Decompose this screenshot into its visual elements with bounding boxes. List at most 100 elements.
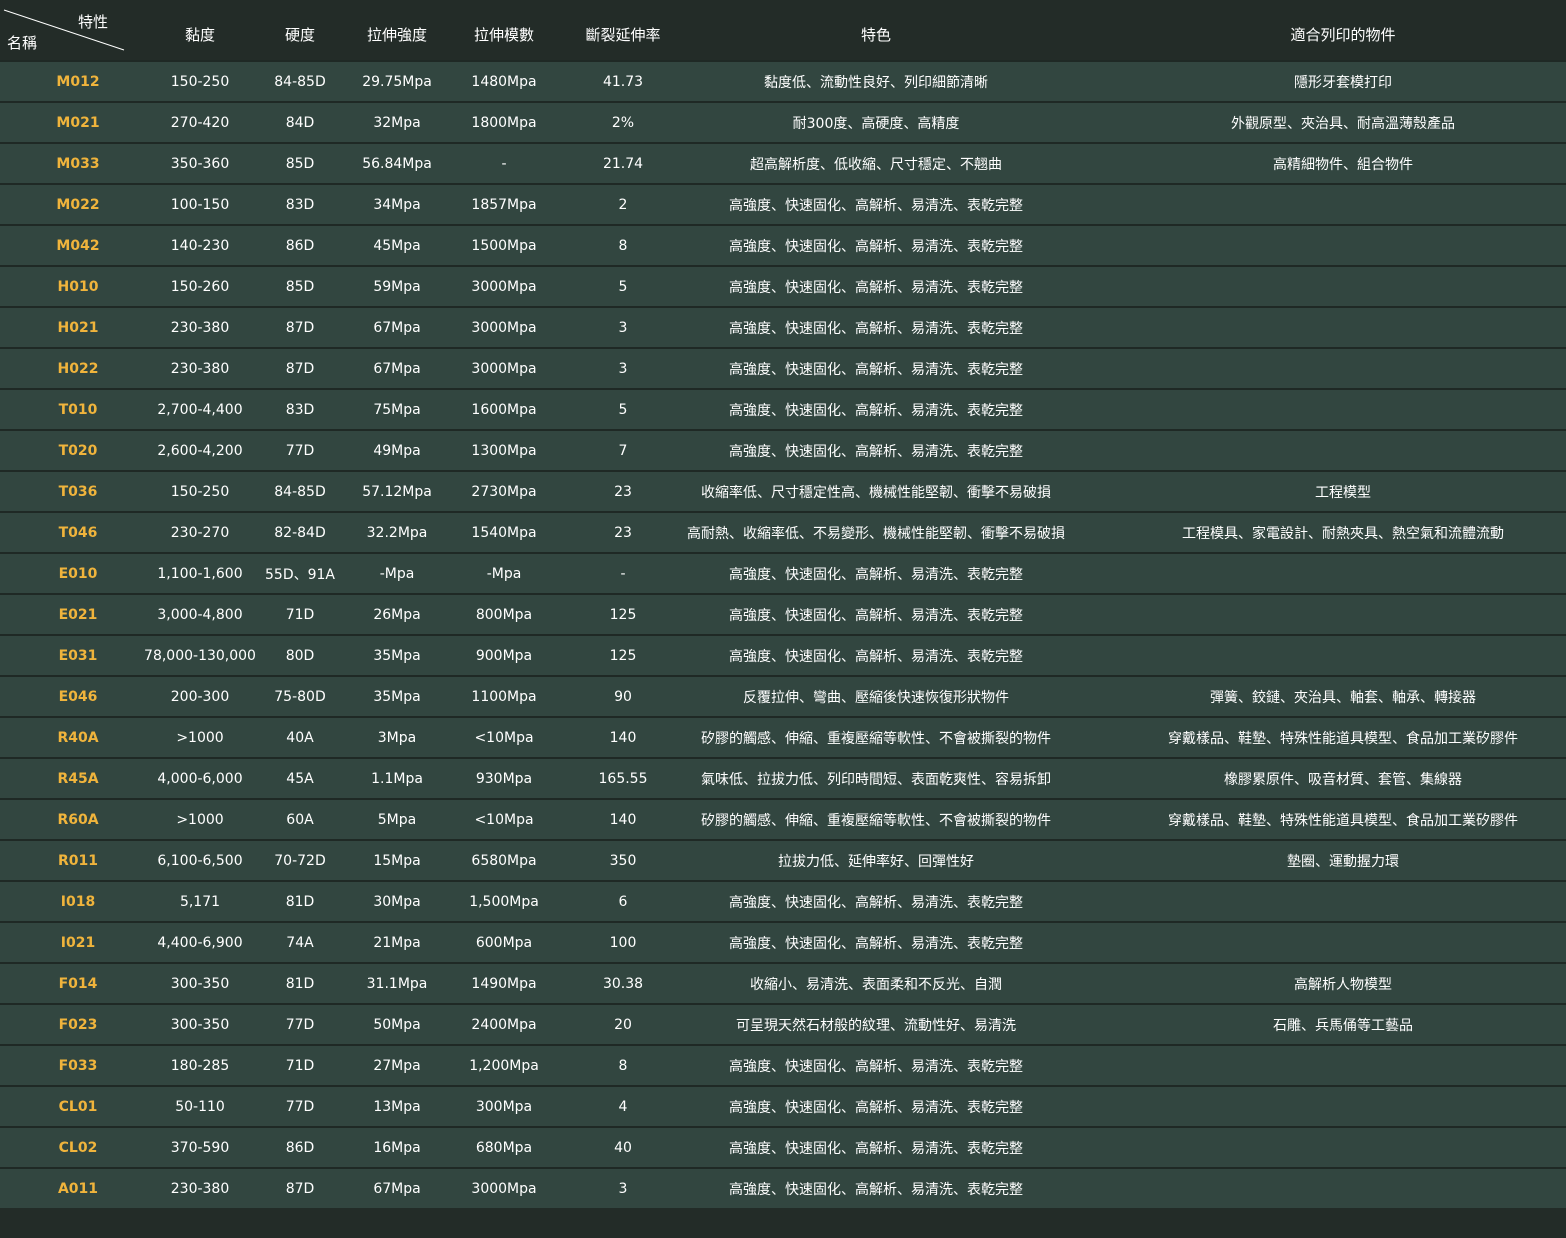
- cell-name: E021: [58, 606, 98, 623]
- header-viscosity: 黏度: [184, 25, 215, 44]
- cell-hardness: 86D: [285, 237, 315, 254]
- cell-tensile-strength: 16Mpa: [373, 1139, 421, 1156]
- cell-suitable-objects: 穿戴樣品、鞋墊、特殊性能道具模型、食品加工業矽膠件: [1168, 812, 1518, 829]
- cell-viscosity: 2,700-4,400: [157, 401, 243, 418]
- cell-name: T020: [58, 442, 98, 459]
- cell-viscosity: 140-230: [170, 237, 230, 254]
- table-row: F033 180-285 71D 27Mpa 1,200Mpa 8 高強度、快速固化、高解析…: [0, 1044, 1566, 1085]
- cell-features: 高強度、快速固化、高解析、易清洗、表乾完整: [729, 607, 1023, 624]
- cell-features: 高強度、快速固化、高解析、易清洗、表乾完整: [729, 320, 1023, 337]
- cell-hardness: 60A: [286, 811, 314, 828]
- cell-name: R45A: [57, 770, 99, 787]
- cell-hardness: 83D: [285, 196, 315, 213]
- cell-hardness: 77D: [285, 1098, 315, 1115]
- table-row: CL01 50-110 77D 13Mpa 300Mpa 4 高強度、快速固化、高解析、易清…: [0, 1085, 1566, 1126]
- cell-viscosity: 230-380: [170, 1180, 230, 1197]
- cell-hardness: 77D: [285, 1016, 315, 1033]
- cell-name: CL02: [58, 1139, 98, 1156]
- cell-tensile-strength: 50Mpa: [373, 1016, 421, 1033]
- cell-name: T010: [58, 401, 98, 418]
- table-row: M022 100-150 83D 34Mpa 1857Mpa 2 高強度、快速固化、高解析、…: [0, 183, 1566, 224]
- cell-viscosity: 230-380: [170, 319, 230, 336]
- cell-hardness: 70-72D: [274, 852, 326, 869]
- cell-tensile-modulus: 1490Mpa: [471, 975, 537, 992]
- cell-features: 高強度、快速固化、高解析、易清洗、表乾完整: [729, 1140, 1023, 1157]
- cell-suitable-objects: 石雕、兵馬俑等工藝品: [1273, 1017, 1413, 1034]
- table-row: CL02 370-590 86D 16Mpa 680Mpa 40 高強度、快速固化、高解析、…: [0, 1126, 1566, 1167]
- cell-suitable-objects: 彈簧、鉸鏈、夾治具、軸套、軸承、轉接器: [1210, 689, 1476, 706]
- cell-viscosity: >1000: [176, 811, 224, 828]
- cell-features: 收縮率低、尺寸穩定性高、機械性能堅韌、衝擊不易破損: [701, 484, 1051, 501]
- cell-tensile-strength: 1.1Mpa: [371, 770, 423, 787]
- table-row: H010 150-260 85D 59Mpa 3000Mpa 5 高強度、快速固化、高解析、…: [0, 265, 1566, 306]
- cell-suitable-objects: [1120, 1128, 1566, 1167]
- cell-suitable-objects: [1120, 1087, 1566, 1126]
- cell-tensile-strength: 27Mpa: [373, 1057, 421, 1074]
- cell-features: 高強度、快速固化、高解析、易清洗、表乾完整: [729, 1099, 1023, 1116]
- cell-suitable-objects: [1120, 923, 1566, 962]
- corner-header-properties: 特性: [78, 13, 109, 31]
- cell-suitable-objects: [1120, 349, 1566, 388]
- cell-name: M022: [56, 196, 100, 213]
- cell-viscosity: >1000: [176, 729, 224, 746]
- cell-features: 矽膠的觸感、伸縮、重複壓縮等軟性、不會被撕裂的物件: [701, 812, 1051, 829]
- cell-tensile-strength: 15Mpa: [373, 852, 421, 869]
- cell-features: 反覆拉伸、彎曲、壓縮後快速恢復形狀物件: [743, 689, 1009, 706]
- cell-name: R60A: [57, 811, 99, 828]
- cell-viscosity: 4,000-6,000: [157, 770, 243, 787]
- cell-features: 高強度、快速固化、高解析、易清洗、表乾完整: [729, 197, 1023, 214]
- table-row: M012 150-250 84-85D 29.75Mpa 1480Mpa 41.73 黏度低…: [0, 60, 1566, 101]
- cell-hardness: 55D、91A: [265, 566, 335, 583]
- table-row: I021 4,400-6,900 74A 21Mpa 600Mpa 100 高強度、快速固化…: [0, 921, 1566, 962]
- cell-name: H021: [57, 319, 99, 336]
- cell-tensile-modulus: <10Mpa: [474, 729, 534, 746]
- cell-tensile-modulus: 1600Mpa: [471, 401, 537, 418]
- cell-suitable-objects: 橡膠累原件、吸音材質、套管、集線器: [1224, 771, 1462, 788]
- table-row: R45A 4,000-6,000 45A 1.1Mpa 930Mpa 165.55 氣味低、…: [0, 757, 1566, 798]
- corner-header-name: 名稱: [7, 34, 38, 52]
- cell-tensile-strength: 31.1Mpa: [366, 975, 428, 992]
- cell-name: M021: [56, 114, 100, 131]
- cell-name: E031: [58, 647, 98, 664]
- cell-tensile-modulus: 600Mpa: [475, 934, 533, 951]
- cell-features: 拉拔力低、延伸率好、回彈性好: [778, 853, 974, 870]
- cell-tensile-strength: 59Mpa: [373, 278, 421, 295]
- cell-suitable-objects: 工程模具、家電設計、耐熱夾具、熱空氣和流體流動: [1182, 525, 1504, 542]
- cell-features: 氣味低、拉拔力低、列印時間短、表面乾爽性、容易拆卸: [701, 771, 1051, 788]
- cell-tensile-strength: 30Mpa: [373, 893, 421, 910]
- table-row: R011 6,100-6,500 70-72D 15Mpa 6580Mpa 350 拉拔力低…: [0, 839, 1566, 880]
- cell-tensile-modulus: 300Mpa: [475, 1098, 533, 1115]
- cell-tensile-modulus: 3000Mpa: [471, 278, 537, 295]
- cell-features: 高強度、快速固化、高解析、易清洗、表乾完整: [729, 402, 1023, 419]
- table-row: F014 300-350 81D 31.1Mpa 1490Mpa 30.38 收縮小、易清洗…: [0, 962, 1566, 1003]
- cell-suitable-objects: 工程模型: [1315, 484, 1371, 501]
- table-row: T020 2,600-4,200 77D 49Mpa 1300Mpa 7 高強度、快速固化、…: [0, 429, 1566, 470]
- cell-tensile-strength: 75Mpa: [373, 401, 421, 418]
- cell-tensile-strength: 21Mpa: [373, 934, 421, 951]
- cell-name: E046: [58, 688, 98, 705]
- table-row: E031 78,000-130,000 80D 35Mpa 900Mpa 125 高強度、快…: [0, 634, 1566, 675]
- cell-name: T046: [58, 524, 98, 541]
- table-row: T036 150-250 84-85D 57.12Mpa 2730Mpa 23 收縮率低、尺…: [0, 470, 1566, 511]
- header-suitable-objects: 適合列印的物件: [1290, 25, 1396, 44]
- table-row: M042 140-230 86D 45Mpa 1500Mpa 8 高強度、快速固化、高解析、…: [0, 224, 1566, 265]
- cell-tensile-modulus: -: [501, 155, 507, 172]
- cell-viscosity: 6,100-6,500: [157, 852, 243, 869]
- table-header: 特性 名稱 黏度 硬度 拉伸強度 拉伸模數 斷裂延伸率 特色 適合列印的物件: [0, 0, 1566, 60]
- cell-features: 黏度低、流動性良好、列印細節清晰: [764, 74, 988, 91]
- cell-suitable-objects: [1120, 267, 1566, 306]
- cell-hardness: 74A: [286, 934, 314, 951]
- cell-tensile-strength: 26Mpa: [373, 606, 421, 623]
- cell-tensile-modulus: 3000Mpa: [471, 319, 537, 336]
- cell-tensile-modulus: 2400Mpa: [471, 1016, 537, 1033]
- table-row: R60A >1000 60A 5Mpa <10Mpa 140 矽膠的觸感、伸縮、重複壓縮等軟…: [0, 798, 1566, 839]
- cell-hardness: 81D: [285, 975, 315, 992]
- header-features: 特色: [860, 25, 891, 44]
- cell-suitable-objects: 高解析人物模型: [1294, 976, 1392, 993]
- cell-hardness: 84-85D: [274, 73, 326, 90]
- table-row: R40A >1000 40A 3Mpa <10Mpa 140 矽膠的觸感、伸縮、重複壓縮等軟…: [0, 716, 1566, 757]
- cell-features: 高強度、快速固化、高解析、易清洗、表乾完整: [729, 648, 1023, 665]
- cell-tensile-strength: 67Mpa: [373, 319, 421, 336]
- cell-viscosity: 230-270: [170, 524, 230, 541]
- cell-tensile-modulus: 1857Mpa: [471, 196, 537, 213]
